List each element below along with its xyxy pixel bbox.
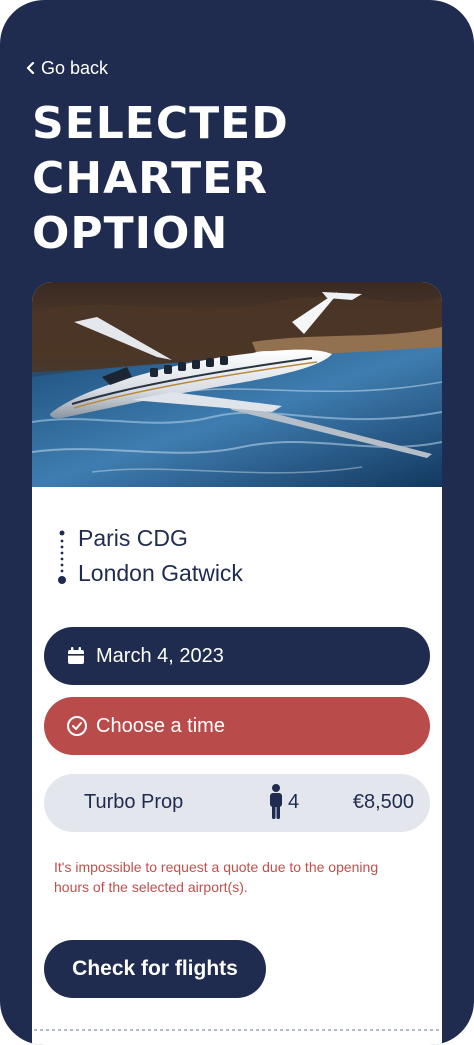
date-picker-button[interactable]: March 4, 2023 bbox=[44, 627, 430, 685]
passenger-count: 4 bbox=[268, 784, 299, 820]
aircraft-photo bbox=[32, 282, 442, 487]
page-title-line: SELECTED bbox=[32, 98, 289, 149]
check-for-flights-button[interactable]: Check for flights bbox=[44, 940, 266, 998]
page-title-line: CHARTER bbox=[32, 153, 269, 204]
option-price: €8,500 bbox=[352, 791, 414, 813]
selected-date: March 4, 2023 bbox=[96, 644, 224, 667]
passenger-count-value: 4 bbox=[288, 790, 300, 813]
clock-icon bbox=[67, 716, 87, 736]
route-destination: London Gatwick bbox=[78, 560, 243, 586]
person-icon bbox=[270, 784, 282, 819]
page-title: SELECTED CHARTER OPTION bbox=[32, 96, 392, 261]
route-dots-icon bbox=[58, 530, 66, 584]
app-screen: Go back SELECTED CHARTER OPTION Paris CD… bbox=[0, 0, 474, 1045]
route-summary: Paris CDG London Gatwick bbox=[56, 522, 416, 592]
go-back-link[interactable]: Go back bbox=[26, 56, 108, 80]
aircraft-type: Turbo Prop bbox=[84, 791, 184, 813]
time-picker-button[interactable]: Choose a time bbox=[44, 697, 430, 755]
time-placeholder: Choose a time bbox=[96, 714, 225, 737]
calendar-icon bbox=[68, 647, 84, 664]
route-origin: Paris CDG bbox=[78, 525, 188, 551]
go-back-label: Go back bbox=[41, 57, 109, 78]
charter-option-card: Paris CDG London Gatwick March 4, 2023 C… bbox=[32, 282, 442, 1045]
page-title-line: OPTION bbox=[32, 208, 229, 259]
ticket-perforation bbox=[34, 1029, 440, 1031]
chevron-left-icon bbox=[26, 62, 35, 74]
opening-hours-warning: It's impossible to request a quote due t… bbox=[54, 859, 379, 895]
aircraft-option-row[interactable]: Turbo Prop 4 €8,500 bbox=[44, 774, 430, 832]
